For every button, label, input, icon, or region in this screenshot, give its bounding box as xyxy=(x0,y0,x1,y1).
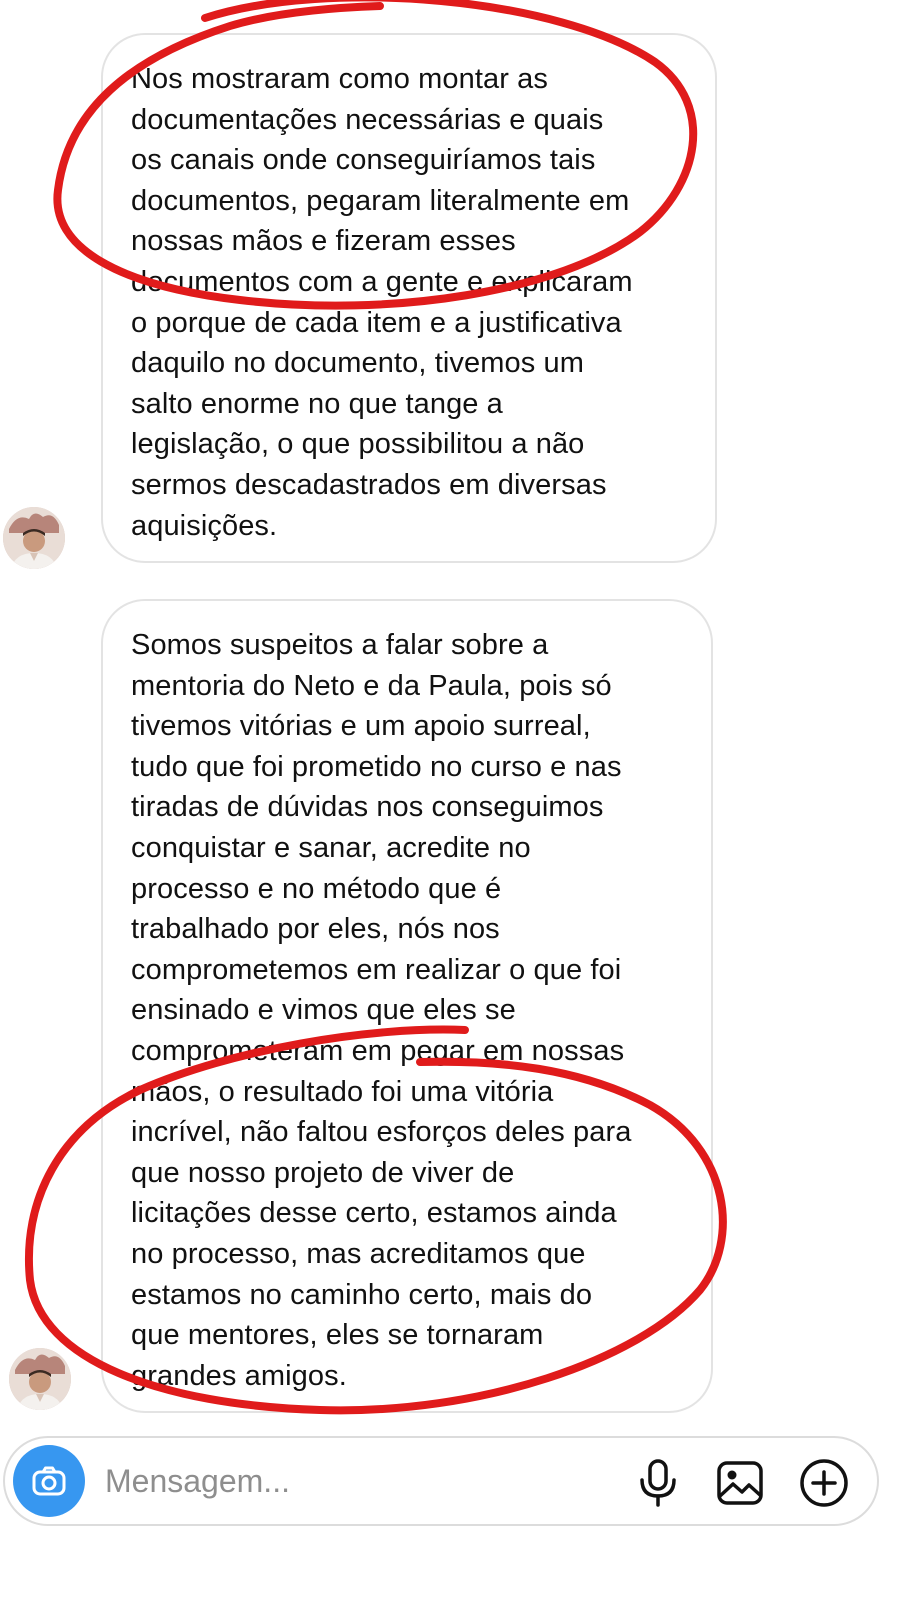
gallery-button[interactable] xyxy=(713,1456,767,1510)
avatar-photo xyxy=(9,1348,71,1410)
avatar[interactable] xyxy=(9,1348,71,1410)
avatar[interactable] xyxy=(3,507,65,569)
chat-screen: Nos mostraram como montar as documentaçõ… xyxy=(0,0,900,1600)
microphone-icon xyxy=(640,1459,676,1507)
camera-button[interactable] xyxy=(13,1445,85,1517)
message-input[interactable] xyxy=(105,1455,605,1507)
add-button[interactable] xyxy=(797,1456,851,1510)
message-bubble[interactable]: Somos suspeitos a falar sobre a mentoria… xyxy=(101,599,713,1413)
camera-icon xyxy=(32,1466,66,1496)
microphone-button[interactable] xyxy=(631,1456,685,1510)
image-gallery-icon xyxy=(717,1461,763,1505)
message-bubble[interactable]: Nos mostraram como montar as documentaçõ… xyxy=(101,33,717,563)
message-composer xyxy=(3,1436,879,1526)
avatar-photo xyxy=(3,507,65,569)
message-text: Somos suspeitos a falar sobre a mentoria… xyxy=(131,629,632,1392)
message-text: Nos mostraram como montar as documentaçõ… xyxy=(131,63,633,542)
add-circle-icon xyxy=(800,1459,848,1507)
